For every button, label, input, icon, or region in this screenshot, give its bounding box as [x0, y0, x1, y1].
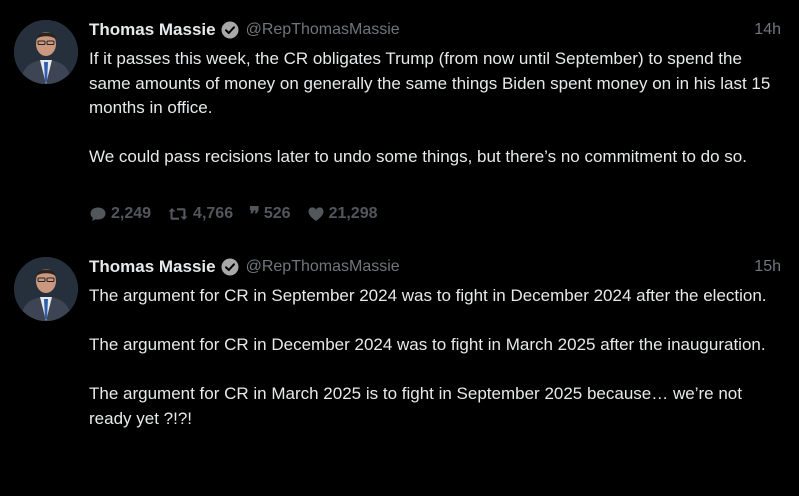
tweet-paragraph: The argument for CR in September 2024 wa… [89, 286, 767, 305]
chat-bubble-icon [89, 206, 107, 222]
heart-icon [307, 206, 325, 222]
retweet-icon [167, 206, 189, 222]
author-name[interactable]: Thomas Massie [89, 257, 216, 277]
verified-badge-icon [221, 21, 239, 39]
timestamp[interactable]: 15h [754, 258, 781, 276]
quote-button[interactable]: ❞ 526 [249, 202, 291, 226]
quote-icon: ❞ [249, 202, 260, 226]
tweet-header: Thomas Massie @RepThomasMassie 15h [89, 255, 781, 279]
tweet-text: If it passes this week, the CR obligates… [89, 47, 779, 170]
author-name[interactable]: Thomas Massie [89, 20, 216, 40]
avatar-photo-icon [14, 20, 78, 84]
author-handle[interactable]: @RepThomasMassie [246, 258, 400, 276]
tweet[interactable]: Thomas Massie @RepThomasMassie 14h If it… [0, 0, 799, 250]
like-button[interactable]: 21,298 [307, 205, 378, 223]
timestamp[interactable]: 14h [754, 21, 781, 39]
retweet-button[interactable]: 4,766 [167, 205, 233, 223]
tweet[interactable]: Thomas Massie @RepThomasMassie 15h The a… [0, 250, 799, 496]
author-handle[interactable]: @RepThomasMassie [246, 21, 400, 39]
quote-count: 526 [263, 205, 291, 222]
tweet-actions: 2,249 4,766 ❞ 526 21,298 [89, 202, 394, 226]
verified-badge-icon [221, 258, 239, 276]
tweet-paragraph: The argument for CR in March 2025 is to … [89, 384, 742, 428]
avatar[interactable] [14, 20, 78, 84]
reply-button[interactable]: 2,249 [89, 205, 151, 223]
tweet-text: The argument for CR in September 2024 wa… [89, 284, 779, 431]
reply-count: 2,249 [111, 205, 152, 222]
tweet-paragraph: If it passes this week, the CR obligates… [89, 49, 771, 117]
avatar-photo-icon [14, 257, 78, 321]
avatar[interactable] [14, 257, 78, 321]
tweet-paragraph: The argument for CR in December 2024 was… [89, 335, 766, 354]
like-count: 21,298 [328, 205, 378, 222]
retweet-count: 4,766 [193, 205, 234, 222]
tweet-paragraph: We could pass recisions later to undo so… [89, 147, 747, 166]
tweet-header: Thomas Massie @RepThomasMassie 14h [89, 18, 781, 42]
